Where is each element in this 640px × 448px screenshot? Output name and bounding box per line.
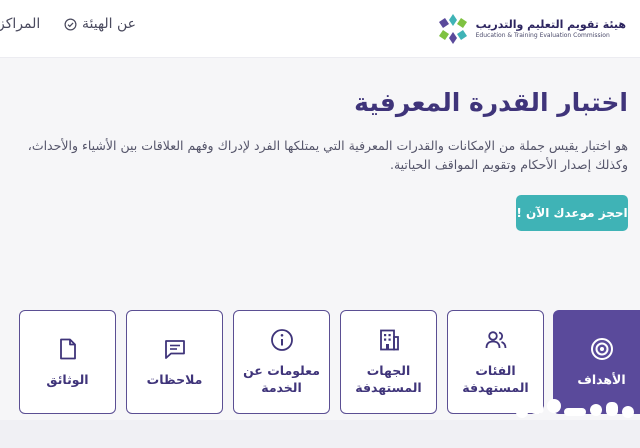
- users-icon: [485, 331, 506, 349]
- card-notes[interactable]: ملاحظات: [126, 310, 223, 414]
- target-icon: [590, 337, 613, 360]
- page-title: اختبار القدرة المعرفية: [354, 88, 628, 117]
- nav-about-label: عن الهيئة: [82, 16, 137, 32]
- top-header: هيئة تقويم التعليم والتدريب Education & …: [0, 0, 640, 58]
- card-service-info[interactable]: معلومات عن الخدمة: [233, 310, 330, 414]
- card-label: الجهات المستهدفة: [355, 363, 422, 395]
- book-appointment-button[interactable]: احجز موعدك الآن !: [516, 195, 628, 231]
- etec-logo[interactable]: هيئة تقويم التعليم والتدريب Education & …: [436, 8, 626, 50]
- info-icon: [270, 329, 293, 351]
- building-icon: [379, 329, 399, 351]
- logo-english-name: Education & Training Evaluation Commissi…: [475, 31, 610, 39]
- nav-about[interactable]: عن الهيئة: [64, 16, 136, 32]
- nav-centers-label: المراكز: [0, 16, 41, 32]
- card-label: معلومات عن الخدمة: [243, 363, 320, 395]
- card-label: ملاحظات: [146, 371, 203, 387]
- nav-centers[interactable]: المراكز: [0, 16, 40, 32]
- comment-icon: [164, 339, 185, 359]
- bottom-strip: [0, 420, 640, 448]
- logo-text: هيئة تقويم التعليم والتدريب Education & …: [475, 17, 626, 40]
- check-circle-icon: [64, 18, 77, 30]
- card-target-entities[interactable]: الجهات المستهدفة: [340, 310, 437, 414]
- card-label: الفئات المستهدفة: [462, 363, 529, 395]
- card-label: الوثائق: [46, 371, 89, 387]
- document-icon: [59, 338, 76, 359]
- watermark-logo-icon: [516, 399, 634, 418]
- logo-mark-icon: [438, 14, 467, 44]
- card-documents[interactable]: الوثائق: [19, 310, 116, 414]
- card-label: الأهداف: [577, 371, 626, 387]
- logo-arabic-name: هيئة تقويم التعليم والتدريب: [475, 17, 626, 31]
- page-description: هو اختبار يقيس جملة من الإمكانات والقدرا…: [27, 138, 628, 172]
